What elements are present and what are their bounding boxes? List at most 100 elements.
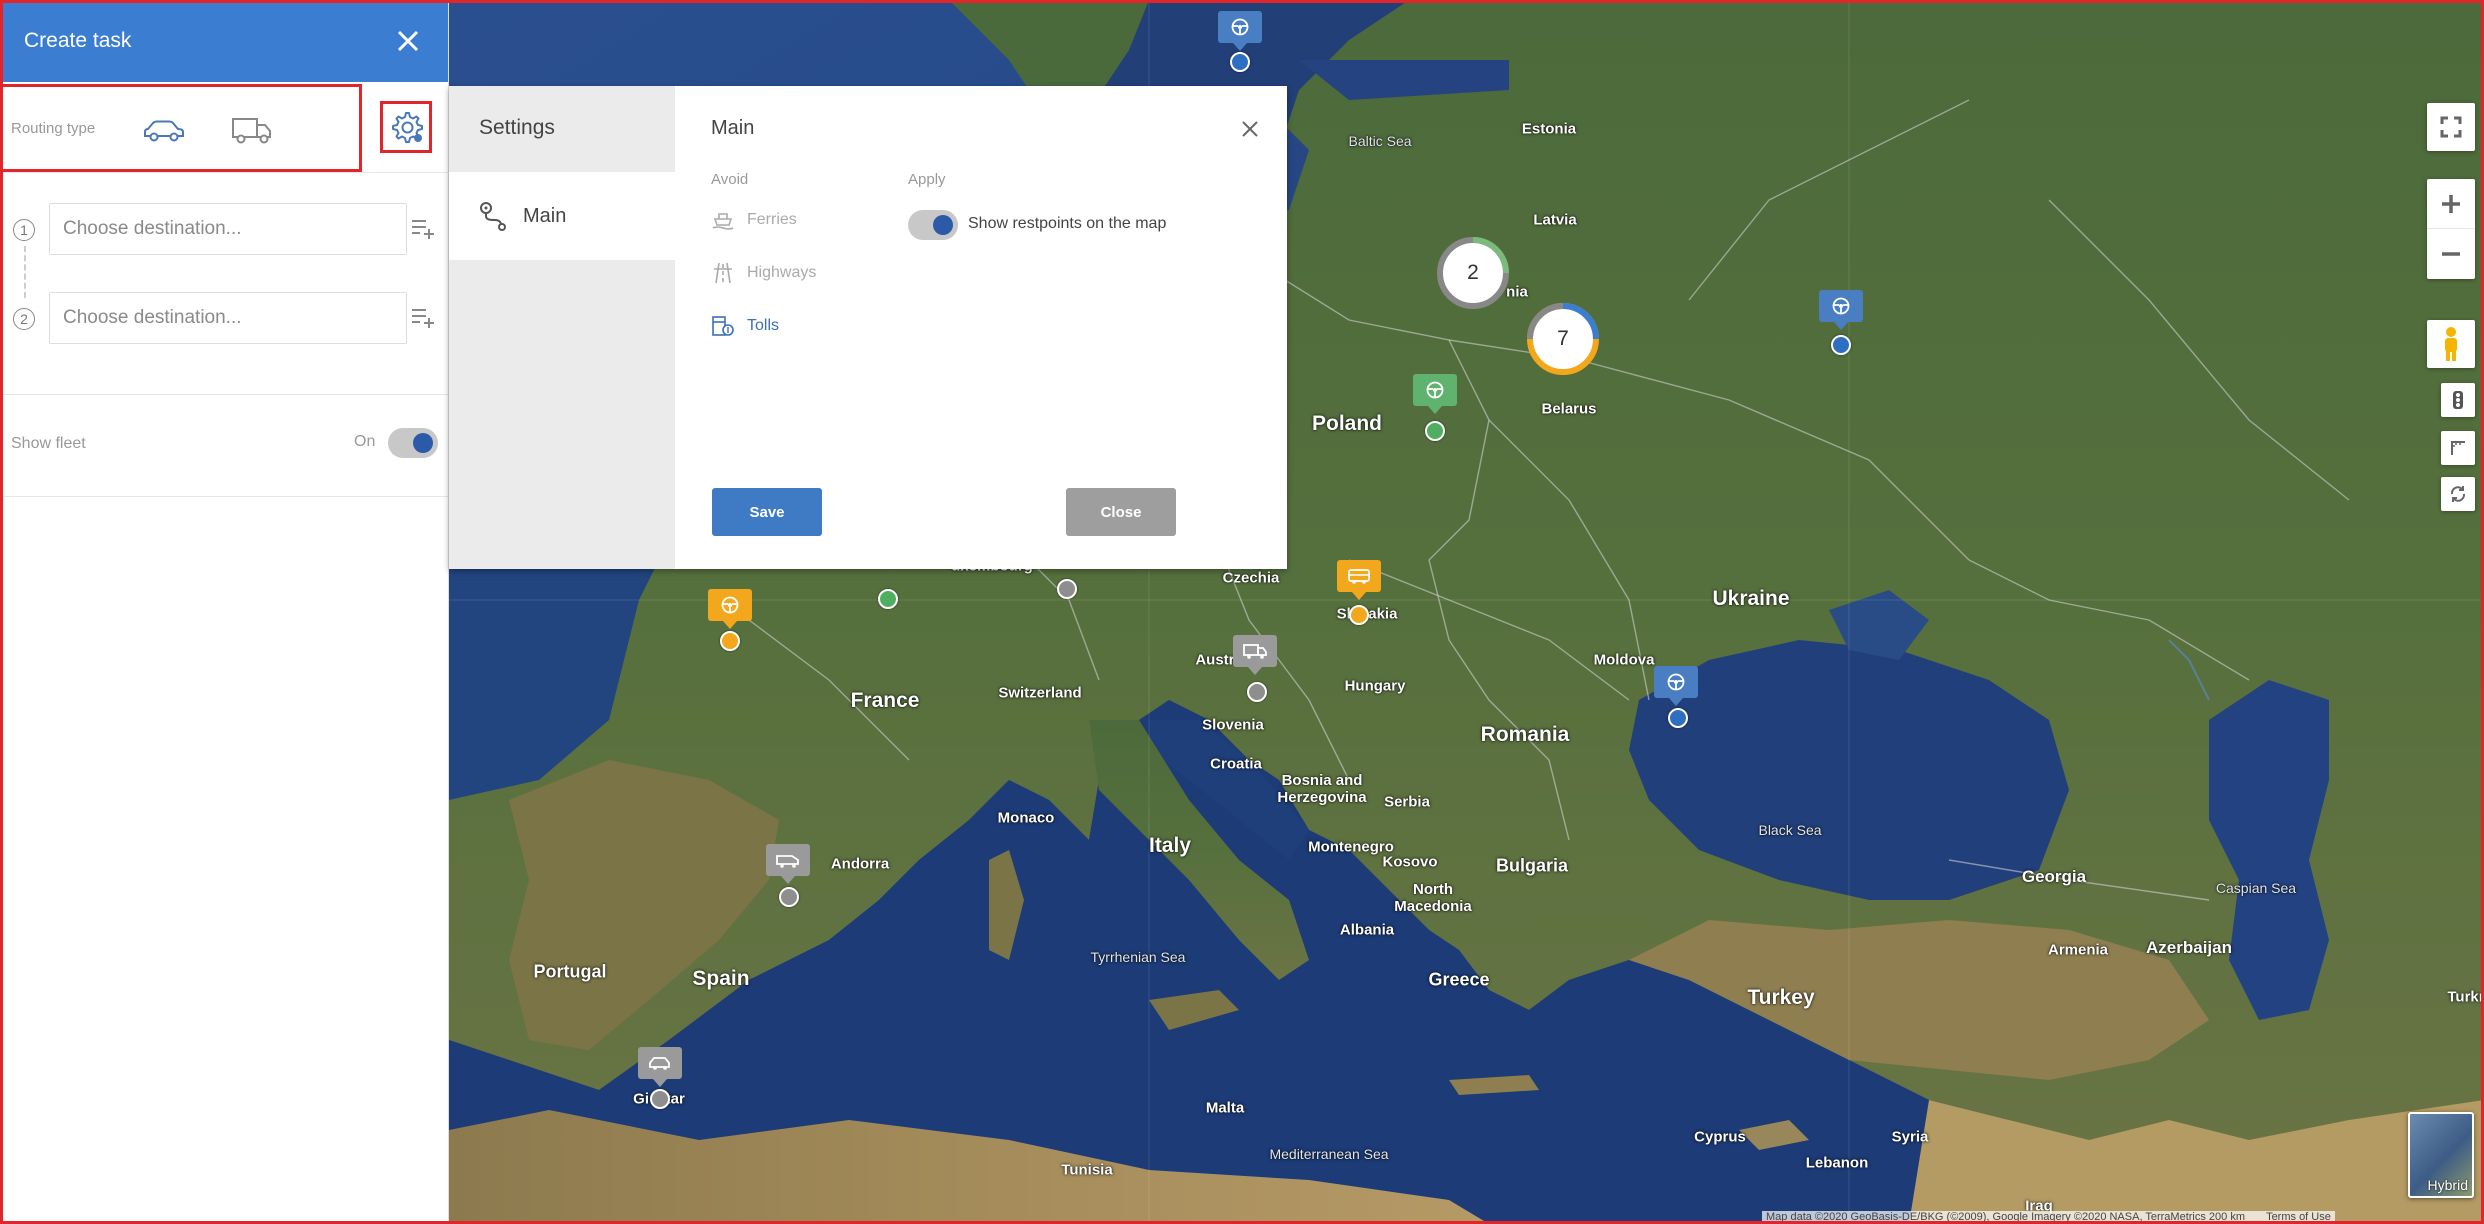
map-label-greece: Greece — [1428, 969, 1490, 990]
vehicle-cluster[interactable]: 2 — [1435, 235, 1511, 311]
apply-heading: Apply — [908, 171, 946, 188]
vehicle-marker-pin[interactable] — [638, 1047, 682, 1087]
vehicle-marker-pin[interactable] — [708, 589, 752, 629]
vehicle-location-dot[interactable] — [1668, 708, 1688, 728]
map-label-bulgaria: Bulgaria — [1495, 855, 1569, 876]
destination-input[interactable] — [49, 203, 407, 255]
vehicle-cluster[interactable]: 7 — [1525, 301, 1601, 377]
zoom-out-button[interactable] — [2427, 229, 2475, 279]
settings-dialog: Settings Main Main Avoid Apply Ferries H… — [449, 86, 1287, 569]
vehicle-location-dot[interactable] — [1230, 52, 1250, 72]
vehicle-marker-pin[interactable] — [1654, 666, 1698, 706]
map-label-albania: Albania — [1339, 921, 1395, 939]
panel-header: Create task — [0, 0, 448, 82]
traffic-layer-button[interactable] — [2441, 383, 2475, 417]
map-label-moldova: Moldova — [1593, 651, 1655, 669]
steering-wheel-icon — [1667, 673, 1685, 691]
bus-icon — [1348, 569, 1370, 584]
routing-truck-button[interactable] — [228, 113, 276, 149]
map-label-turkmenistan: Turkr — [2447, 988, 2484, 1006]
vehicle-marker-pin[interactable] — [766, 844, 810, 884]
steering-wheel-icon — [1231, 18, 1249, 36]
vehicle-location-dot[interactable] — [779, 887, 799, 907]
car-icon — [144, 120, 184, 142]
vehicle-marker-pin[interactable] — [1337, 560, 1381, 600]
add-waypoint-button[interactable] — [410, 304, 438, 332]
close-icon — [1242, 121, 1258, 137]
ruler-button[interactable] — [2441, 431, 2475, 465]
playlist-add-icon — [412, 220, 434, 239]
vehicle-location-dot[interactable] — [650, 1089, 670, 1109]
map-label-turkey: Turkey — [1747, 986, 1815, 1009]
avoid-ferries-option[interactable]: Ferries — [711, 208, 797, 232]
vehicle-location-dot[interactable] — [1425, 421, 1445, 441]
show-restpoints-toggle[interactable] — [908, 210, 958, 240]
close-panel-button[interactable] — [392, 25, 424, 57]
map-label-malta: Malta — [1205, 1099, 1245, 1117]
vehicle-location-dot[interactable] — [878, 589, 898, 609]
vehicle-marker-pin[interactable] — [1218, 11, 1262, 51]
ruler-icon — [2451, 441, 2465, 455]
map-label-monaco: Monaco — [997, 809, 1055, 827]
show-fleet-toggle[interactable] — [388, 428, 438, 458]
map-label-baltic-sea: Baltic Sea — [1348, 133, 1412, 149]
route-icon — [480, 202, 506, 231]
street-view-button[interactable] — [2427, 320, 2475, 368]
avoid-tolls-option[interactable]: Tolls — [711, 314, 779, 338]
close-button[interactable]: Close — [1066, 488, 1176, 536]
map-label-bosnia: Bosnia and Herzegovina — [1277, 772, 1367, 806]
destination-input[interactable] — [49, 292, 407, 344]
map-label-estonia: Estonia — [1521, 120, 1577, 138]
fullscreen-button[interactable] — [2427, 103, 2475, 151]
routing-settings-button[interactable] — [380, 101, 432, 153]
steering-wheel-icon — [721, 596, 739, 614]
destination-number: 1 — [13, 219, 35, 241]
map-label-france: France — [850, 689, 920, 712]
map-label-black-sea: Black Sea — [1758, 822, 1822, 838]
add-waypoint-button[interactable] — [410, 215, 438, 243]
avoid-ferries-label: Ferries — [747, 211, 797, 228]
routing-car-button[interactable] — [140, 113, 188, 149]
map-label-hungary: Hungary — [1344, 677, 1406, 695]
settings-sidebar: Settings Main — [449, 86, 675, 569]
map-label-belarus: Belarus — [1541, 400, 1597, 418]
map-type-label: Hybrid — [2427, 1177, 2468, 1193]
map-label-north-macedonia: North Macedonia — [1394, 881, 1472, 915]
zoom-in-button[interactable] — [2427, 179, 2475, 229]
vehicle-location-dot[interactable] — [1057, 579, 1077, 599]
map-label-mediterranean-sea: Mediterranean Sea — [1269, 1146, 1389, 1162]
map-type-hybrid-button[interactable]: Hybrid — [2408, 1112, 2474, 1198]
refresh-button[interactable] — [2441, 477, 2475, 511]
cluster-count: 2 — [1467, 261, 1479, 284]
zoom-control[interactable] — [2427, 179, 2475, 279]
settings-tab-main-label: Main — [523, 204, 567, 227]
close-dialog-button[interactable] — [1237, 116, 1263, 142]
show-restpoints-label: Show restpoints on the map — [968, 215, 1167, 232]
settings-tab-main[interactable]: Main — [449, 172, 675, 260]
destination-row: 2 — [0, 292, 449, 348]
terms-link[interactable]: Terms of Use — [2266, 1211, 2331, 1223]
save-button[interactable]: Save — [712, 488, 822, 536]
avoid-highways-option[interactable]: Highways — [711, 261, 816, 285]
vehicle-location-dot[interactable] — [1349, 605, 1369, 625]
vehicle-marker-pin[interactable] — [1413, 374, 1457, 414]
vehicle-location-dot[interactable] — [1831, 335, 1851, 355]
attribution-text: Map data ©2020 GeoBasis-DE/BKG (©2009), … — [1766, 1211, 2245, 1223]
map-label-czechia: Czechia — [1222, 569, 1280, 587]
map-label-georgia: Georgia — [2021, 867, 2087, 886]
map-label-serbia: Serbia — [1384, 793, 1430, 811]
map-label-montenegro: Montenegro — [1308, 838, 1394, 856]
map-label-slovenia: Slovenia — [1202, 716, 1264, 734]
close-icon — [397, 30, 419, 52]
steering-wheel-icon — [1832, 297, 1850, 315]
truck-icon — [232, 118, 271, 144]
fullscreen-icon — [2440, 116, 2462, 138]
vehicle-location-dot[interactable] — [720, 631, 740, 651]
vehicle-marker-pin[interactable] — [1819, 290, 1863, 330]
refresh-icon — [2450, 486, 2466, 502]
vehicle-marker-pin[interactable] — [1233, 635, 1277, 675]
vehicle-location-dot[interactable] — [1247, 682, 1267, 702]
map-attribution: Map data ©2020 GeoBasis-DE/BKG (©2009), … — [1762, 1211, 2335, 1224]
car-icon — [649, 1057, 670, 1070]
map-label-armenia: Armenia — [2047, 941, 2109, 959]
